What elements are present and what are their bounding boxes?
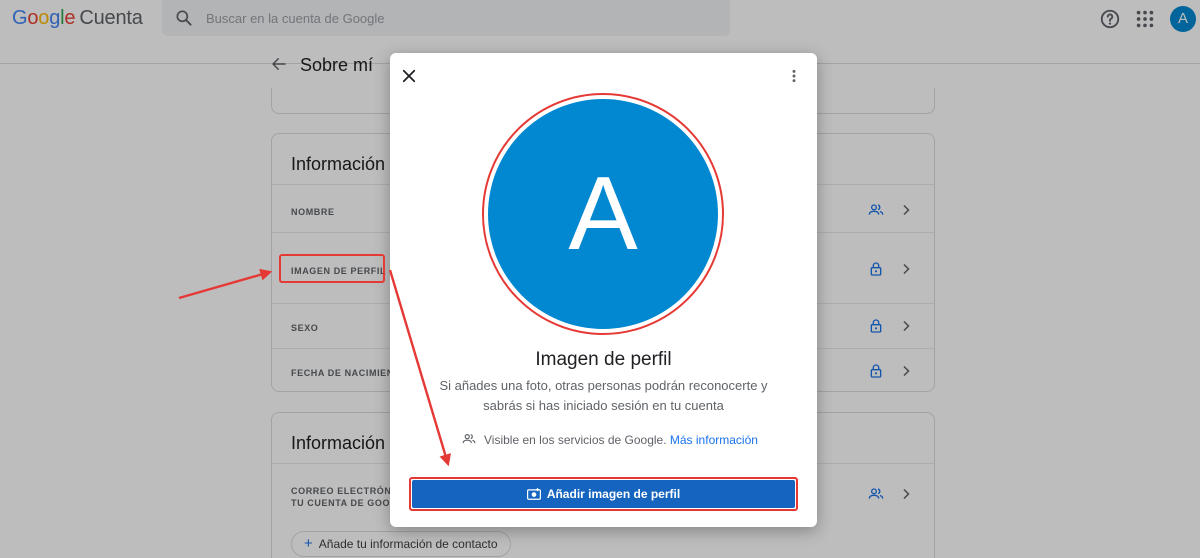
dialog-description: Si añades una foto, otras personas podrá… <box>439 378 768 413</box>
add-photo-highlight: Añadir imagen de perfil <box>409 477 798 511</box>
dialog-title: Imagen de perfil <box>535 349 672 370</box>
close-icon[interactable] <box>400 67 418 85</box>
add-profile-picture-button[interactable]: Añadir imagen de perfil <box>412 480 795 508</box>
visibility-text: Visible en los servicios de Google. <box>484 433 667 447</box>
people-icon <box>462 434 476 444</box>
more-info-link[interactable]: Más información <box>670 433 758 447</box>
profile-picture-dialog: A Imagen de perfil Si añades una foto, o… <box>390 53 817 527</box>
profile-photo[interactable]: A <box>488 99 718 329</box>
profile-picture-row-highlight <box>279 254 385 283</box>
profile-photo-highlight: A <box>482 93 724 335</box>
more-vert-icon[interactable] <box>786 67 802 85</box>
add-photo-icon <box>526 488 541 500</box>
